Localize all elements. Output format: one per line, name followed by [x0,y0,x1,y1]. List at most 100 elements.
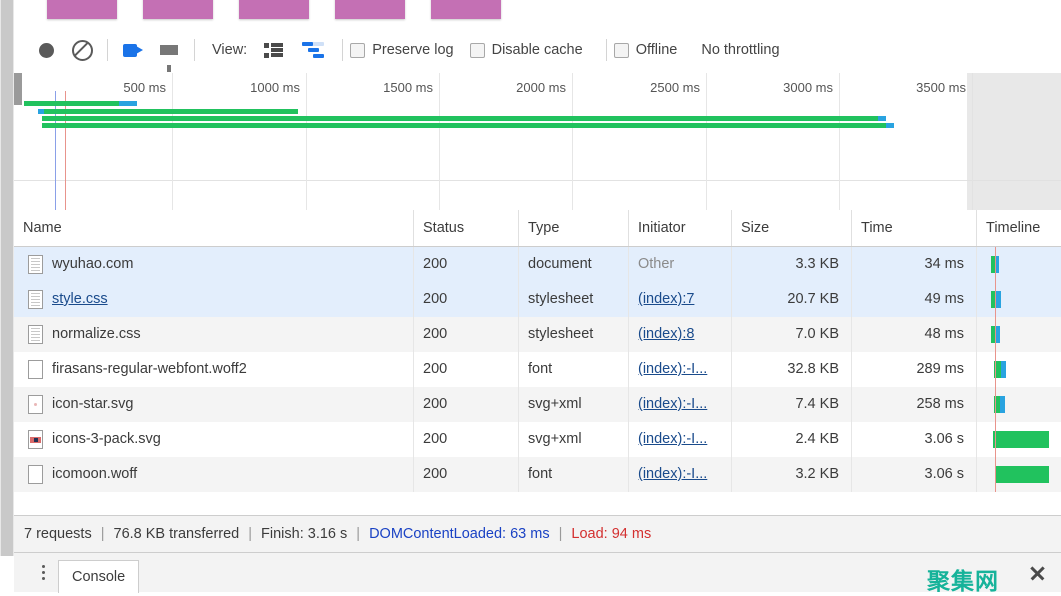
checkbox-box[interactable] [350,43,365,58]
filmstrip-screenshot-2[interactable] [143,0,213,19]
cell-name[interactable]: style.css [14,282,414,317]
cell-initiator: (index):-I... [629,457,732,492]
overview-tick-label: 500 ms [123,80,172,95]
cell-initiator: (index):8 [629,317,732,352]
column-header-size[interactable]: Size [732,210,852,246]
list-view-icon[interactable] [255,35,291,65]
waterfall-download-segment [1001,361,1006,378]
checkbox-box[interactable] [470,43,485,58]
offline-checkbox[interactable]: Offline [614,42,678,58]
request-name[interactable]: wyuhao.com [52,247,133,282]
waterfall-bar[interactable] [993,431,1049,448]
filter-funnel-icon[interactable] [151,35,187,65]
load-event-line [995,422,996,457]
cell-time: 3.06 s [852,457,977,492]
clear-circle-slash-icon[interactable] [64,35,100,65]
load-event-line [995,317,996,352]
bottom-drawer: Console 聚集网 [14,552,1061,592]
disable-cache-checkbox[interactable]: Disable cache [470,42,583,58]
table-row[interactable]: icon-star.svg200svg+xml(index):-I...7.4 … [14,387,1061,422]
column-header-initiator[interactable]: Initiator [629,210,732,246]
column-header-status[interactable]: Status [414,210,519,246]
cell-time: 289 ms [852,352,977,387]
initiator-value[interactable]: (index):7 [638,291,694,307]
filmstrip-screenshot-4[interactable] [335,0,405,19]
kebab-menu-icon[interactable] [28,553,58,592]
column-header-name[interactable]: Name [14,210,414,246]
load-event-line [995,387,996,422]
request-name[interactable]: firasans-regular-webfont.woff2 [52,352,247,387]
cell-time: 3.06 s [852,422,977,457]
throttling-select[interactable]: No throttling [701,42,779,58]
request-name[interactable]: style.css [52,282,108,317]
cell-name[interactable]: firasans-regular-webfont.woff2 [14,352,414,387]
waterfall-bar[interactable] [991,291,1001,308]
filmstrip-screenshot-5[interactable] [431,0,501,19]
tab-console[interactable]: Console [58,560,139,593]
cell-name[interactable]: wyuhao.com [14,247,414,282]
waterfall-view-icon[interactable] [291,35,335,65]
record-circle-icon[interactable] [28,35,64,65]
disable-cache-label: Disable cache [492,42,583,58]
column-header-time[interactable]: Time [852,210,977,246]
cell-initiator: (index):-I... [629,422,732,457]
filmstrip-screenshot-1[interactable] [47,0,117,19]
summary-separator: | [356,526,360,542]
document-lines-icon [28,290,43,309]
summary-requests: 7 requests [24,526,92,542]
cell-name[interactable]: icon-star.svg [14,387,414,422]
page-scrollbar[interactable] [0,0,15,556]
overview-tick-label: 3000 ms [783,80,839,95]
preserve-log-label: Preserve log [372,42,453,58]
cell-name[interactable]: icons-3-pack.svg [14,422,414,457]
document-blank-icon [28,465,43,484]
initiator-value[interactable]: (index):8 [638,326,694,342]
cell-size: 7.0 KB [732,317,852,352]
overview-tick-label: 3500 ms [916,80,972,95]
cell-status: 200 [414,457,519,492]
overview-scroll-handle[interactable] [14,73,22,105]
cell-timeline [977,457,1061,492]
checkbox-box[interactable] [614,43,629,58]
toolbar-divider-3 [342,39,343,61]
waterfall-bar[interactable] [995,466,1049,483]
cell-status: 200 [414,282,519,317]
network-toolbar: View: Preserve log [14,27,1061,74]
table-row[interactable]: wyuhao.com200documentOther3.3 KB34 ms [14,247,1061,282]
table-row[interactable]: style.css200stylesheet(index):720.7 KB49… [14,282,1061,317]
network-overview-timeline[interactable]: 500 ms1000 ms1500 ms2000 ms2500 ms3000 m… [14,73,1061,211]
cell-initiator: Other [629,247,732,282]
request-name[interactable]: normalize.css [52,317,141,352]
table-row[interactable]: firasans-regular-webfont.woff2200font(in… [14,352,1061,387]
close-icon[interactable] [1027,563,1047,583]
request-name[interactable]: icons-3-pack.svg [52,422,161,457]
requests-table: NameStatusTypeInitiatorSizeTimeTimeline … [14,210,1061,515]
cell-name[interactable]: icomoon.woff [14,457,414,492]
cell-type: stylesheet [519,282,629,317]
page-scrollbar-thumb[interactable] [1,0,13,556]
cell-name[interactable]: normalize.css [14,317,414,352]
camera-filmstrip-icon[interactable] [115,35,151,65]
devtools-network-panel: View: Preserve log [0,0,1061,591]
table-row[interactable]: icons-3-pack.svg200svg+xml(index):-I...2… [14,422,1061,457]
initiator-value[interactable]: (index):-I... [638,431,707,447]
column-header-timeline[interactable]: Timeline [977,210,1061,246]
table-row[interactable]: icomoon.woff200font(index):-I...3.2 KB3.… [14,457,1061,492]
table-row[interactable]: normalize.css200stylesheet(index):87.0 K… [14,317,1061,352]
column-header-type[interactable]: Type [519,210,629,246]
overview-gridline [572,73,573,210]
request-name[interactable]: icon-star.svg [52,387,133,422]
overview-bar-4 [42,123,890,128]
preserve-log-checkbox[interactable]: Preserve log [350,42,453,58]
filmstrip-screenshot-3[interactable] [239,0,309,19]
network-panel: View: Preserve log [14,0,1061,591]
initiator-value[interactable]: (index):-I... [638,396,707,412]
toolbar-divider-2 [194,39,195,61]
initiator-value[interactable]: (index):-I... [638,466,707,482]
summary-separator: | [101,526,105,542]
request-name[interactable]: icomoon.woff [52,457,137,492]
overview-bar-1 [24,101,124,106]
cell-status: 200 [414,317,519,352]
initiator-value[interactable]: (index):-I... [638,361,707,377]
cell-timeline [977,352,1061,387]
